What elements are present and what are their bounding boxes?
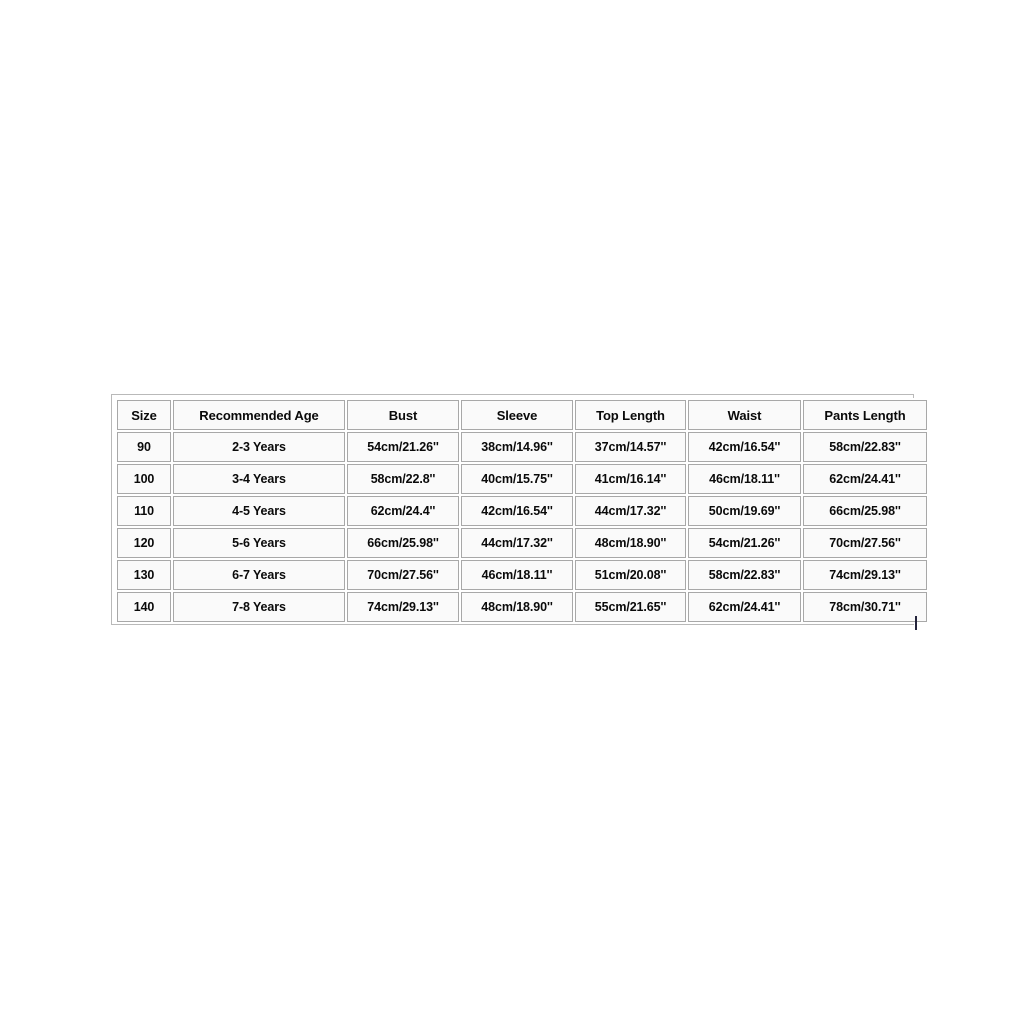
cell-size: 100 [117,464,171,494]
column-header-size: Size [117,400,171,430]
text-cursor-artifact [915,616,917,630]
cell-age: 3-4 Years [173,464,345,494]
cell-waist: 50cm/19.69'' [688,496,801,526]
cell-bust: 70cm/27.56'' [347,560,459,590]
cell-bust: 66cm/25.98'' [347,528,459,558]
cell-top-length: 44cm/17.32'' [575,496,686,526]
cell-bust: 54cm/21.26'' [347,432,459,462]
column-header-recommended-age: Recommended Age [173,400,345,430]
cell-age: 2-3 Years [173,432,345,462]
table-row: 110 4-5 Years 62cm/24.4'' 42cm/16.54'' 4… [117,496,927,526]
table-row: 140 7-8 Years 74cm/29.13'' 48cm/18.90'' … [117,592,927,622]
cell-age: 4-5 Years [173,496,345,526]
cell-age: 7-8 Years [173,592,345,622]
cell-size: 90 [117,432,171,462]
cell-top-length: 48cm/18.90'' [575,528,686,558]
table-row: 120 5-6 Years 66cm/25.98'' 44cm/17.32'' … [117,528,927,558]
cell-size: 120 [117,528,171,558]
cell-pants-length: 70cm/27.56'' [803,528,927,558]
table-row: 130 6-7 Years 70cm/27.56'' 46cm/18.11'' … [117,560,927,590]
cell-age: 5-6 Years [173,528,345,558]
cell-age: 6-7 Years [173,560,345,590]
cell-top-length: 41cm/16.14'' [575,464,686,494]
cell-waist: 58cm/22.83'' [688,560,801,590]
cell-size: 140 [117,592,171,622]
cell-size: 110 [117,496,171,526]
cell-size: 130 [117,560,171,590]
column-header-waist: Waist [688,400,801,430]
cell-bust: 58cm/22.8'' [347,464,459,494]
cell-pants-length: 58cm/22.83'' [803,432,927,462]
table-header-row: Size Recommended Age Bust Sleeve Top Len… [117,400,927,430]
cell-top-length: 51cm/20.08'' [575,560,686,590]
table-row: 100 3-4 Years 58cm/22.8'' 40cm/15.75'' 4… [117,464,927,494]
cell-bust: 74cm/29.13'' [347,592,459,622]
cell-sleeve: 42cm/16.54'' [461,496,573,526]
cell-sleeve: 44cm/17.32'' [461,528,573,558]
cell-sleeve: 38cm/14.96'' [461,432,573,462]
column-header-sleeve: Sleeve [461,400,573,430]
size-chart-container: Size Recommended Age Bust Sleeve Top Len… [111,394,929,625]
cell-top-length: 55cm/21.65'' [575,592,686,622]
cell-top-length: 37cm/14.57'' [575,432,686,462]
cell-waist: 62cm/24.41'' [688,592,801,622]
column-header-top-length: Top Length [575,400,686,430]
column-header-pants-length: Pants Length [803,400,927,430]
cell-sleeve: 40cm/15.75'' [461,464,573,494]
cell-waist: 54cm/21.26'' [688,528,801,558]
size-chart-table: Size Recommended Age Bust Sleeve Top Len… [115,398,929,624]
cell-sleeve: 48cm/18.90'' [461,592,573,622]
cell-sleeve: 46cm/18.11'' [461,560,573,590]
cell-pants-length: 66cm/25.98'' [803,496,927,526]
cell-waist: 46cm/18.11'' [688,464,801,494]
cell-pants-length: 62cm/24.41'' [803,464,927,494]
column-header-bust: Bust [347,400,459,430]
cell-bust: 62cm/24.4'' [347,496,459,526]
cell-pants-length: 78cm/30.71'' [803,592,927,622]
table-row: 90 2-3 Years 54cm/21.26'' 38cm/14.96'' 3… [117,432,927,462]
cell-pants-length: 74cm/29.13'' [803,560,927,590]
cell-waist: 42cm/16.54'' [688,432,801,462]
